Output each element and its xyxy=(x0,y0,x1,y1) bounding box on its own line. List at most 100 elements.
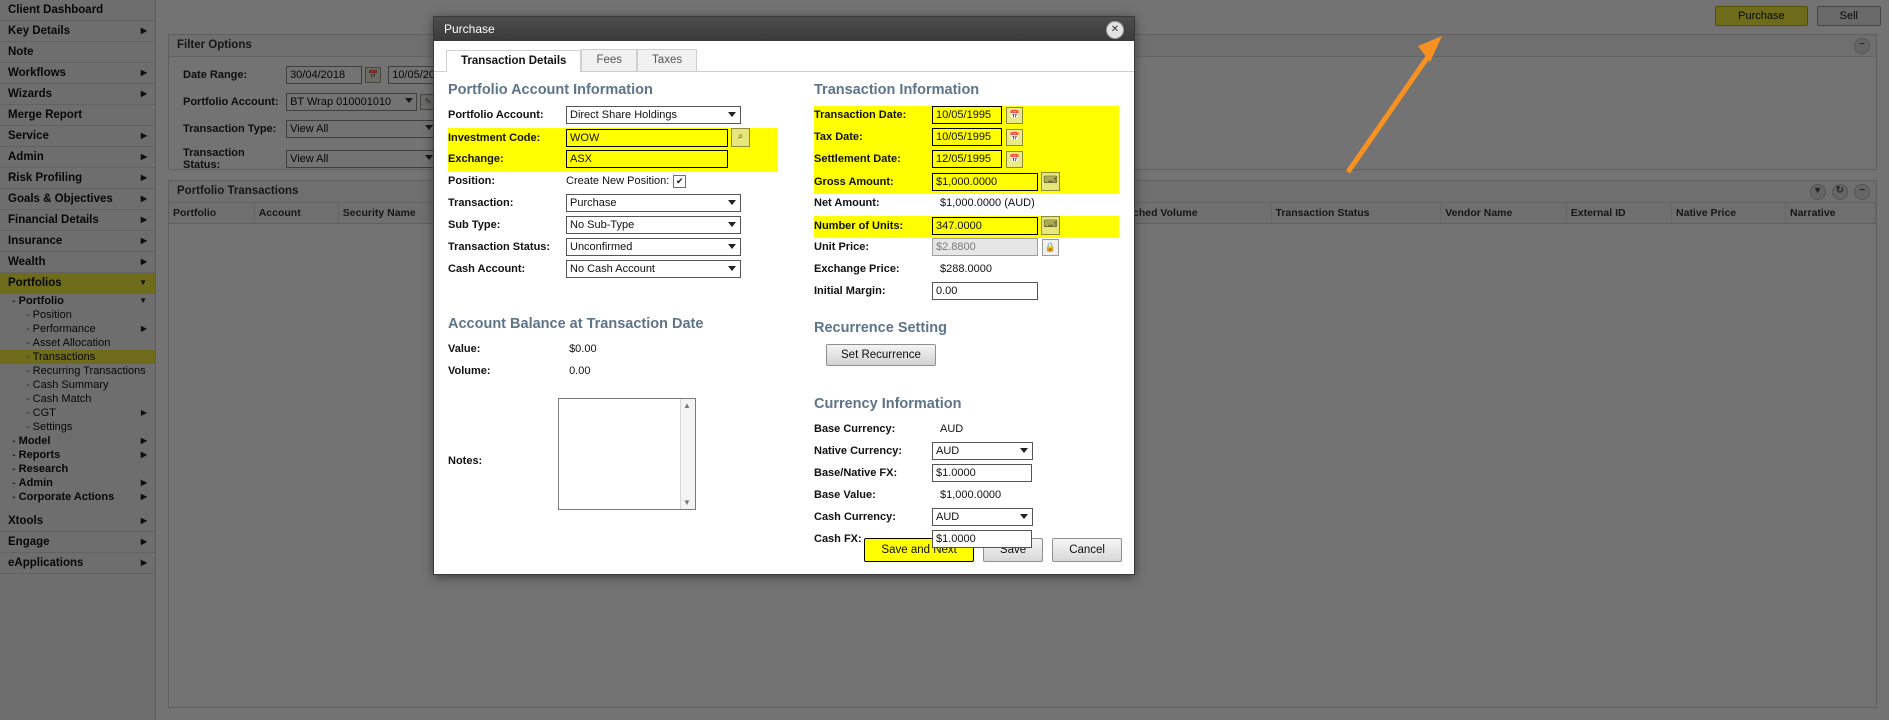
transaction-information-fields: Transaction Date: 10/05/1995 📅 Tax Date: 10/… xyxy=(814,106,1119,304)
gross-amount-input[interactable]: $1,000.0000 xyxy=(932,172,1038,191)
position-text: Create New Position: xyxy=(566,175,670,187)
number-of-units-row: Number of Units: 347.0000 ⌨ xyxy=(814,216,1119,238)
cash-currency-value: AUD xyxy=(936,511,960,523)
balance-value: $0.00 xyxy=(569,343,597,355)
settlement-date-input[interactable]: 12/05/1995 xyxy=(932,150,1002,168)
tax-date-input[interactable]: 10/05/1995 xyxy=(932,128,1002,146)
calendar-icon[interactable]: 📅 xyxy=(1006,128,1023,146)
tab-fees[interactable]: Fees xyxy=(581,49,638,71)
base-currency-value: AUD xyxy=(940,423,964,435)
investment-code-row: Investment Code: WOW ⌕ xyxy=(448,128,778,150)
tab-transaction-details[interactable]: Transaction Details xyxy=(446,50,582,72)
cash-fx-label: Cash FX: xyxy=(814,533,862,545)
exchange-price-label: Exchange Price: xyxy=(814,263,900,275)
notes-label: Notes: xyxy=(448,455,483,467)
unit-price-row: Unit Price: $2.8800 🔒 xyxy=(814,238,1119,260)
balance-volume: 0.00 xyxy=(569,365,591,377)
investment-code-input[interactable]: WOW xyxy=(566,128,728,147)
sub-type-row: Sub Type: No Sub-Type xyxy=(448,216,778,238)
notes-textarea[interactable]: ▲ ▼ xyxy=(558,398,696,510)
notes-row: Notes: ▲ ▼ xyxy=(448,398,778,528)
native-currency-value: AUD xyxy=(936,445,960,457)
dialog-title: Purchase xyxy=(444,22,495,36)
base-currency-label: Base Currency: xyxy=(814,423,896,435)
lock-icon[interactable]: 🔒 xyxy=(1042,238,1059,256)
tax-date-label: Tax Date: xyxy=(814,131,863,143)
set-recurrence-button[interactable]: Set Recurrence xyxy=(826,344,936,366)
transaction-status-value: Unconfirmed xyxy=(570,241,633,253)
cash-currency-select[interactable]: AUD xyxy=(932,508,1033,526)
transaction-date-label: Transaction Date: xyxy=(814,109,907,121)
search-icon[interactable]: ⌕ xyxy=(731,128,750,147)
annotation-arrow xyxy=(1345,36,1442,174)
number-of-units-label: Number of Units: xyxy=(814,219,904,232)
chevron-down-icon xyxy=(728,222,736,227)
cash-currency-label: Cash Currency: xyxy=(814,511,896,523)
calculator-icon[interactable]: ⌨ xyxy=(1041,216,1060,235)
exchange-price-value: $288.0000 xyxy=(940,263,992,275)
settlement-date-label: Settlement Date: xyxy=(814,153,901,165)
initial-margin-input[interactable]: 0.00 xyxy=(932,282,1038,300)
transaction-select[interactable]: Purchase xyxy=(566,194,741,212)
notes-scrollbar[interactable]: ▲ ▼ xyxy=(680,399,695,509)
base-native-fx-row: Base/Native FX: $1.0000 xyxy=(814,464,1119,486)
transaction-date-input[interactable]: 10/05/1995 xyxy=(932,106,1002,124)
currency-information-fields: Base Currency: AUD Native Currency: AUD Base… xyxy=(814,420,1119,552)
transaction-status-row: Transaction Status: Unconfirmed xyxy=(448,238,778,260)
initial-margin-row: Initial Margin: 0.00 xyxy=(814,282,1119,304)
settlement-date-row: Settlement Date: 12/05/1995 📅 xyxy=(814,150,1119,172)
cash-account-select[interactable]: No Cash Account xyxy=(566,260,741,278)
recurrence-setting-heading: Recurrence Setting xyxy=(814,320,947,336)
cash-fx-row: Cash FX: $1.0000 xyxy=(814,530,1119,552)
dialog-tabs: Transaction Details Fees Taxes xyxy=(434,41,1134,72)
recurrence-row: Set Recurrence xyxy=(814,344,1119,374)
net-amount-value: $1,000.0000 (AUD) xyxy=(940,197,1035,209)
base-value-label: Base Value: xyxy=(814,489,876,501)
transaction-status-select[interactable]: Unconfirmed xyxy=(566,238,741,256)
position-label: Position: xyxy=(448,175,496,187)
number-of-units-input[interactable]: 347.0000 xyxy=(932,216,1038,235)
balance-volume-label: Volume: xyxy=(448,365,491,377)
gross-amount-row: Gross Amount: $1,000.0000 ⌨ xyxy=(814,172,1119,194)
chevron-down-icon xyxy=(1020,448,1028,453)
right-column: Transaction Information Transaction Date… xyxy=(814,82,1119,552)
sub-type-select[interactable]: No Sub-Type xyxy=(566,216,741,234)
tab-taxes[interactable]: Taxes xyxy=(637,49,698,71)
portfolio-account-select[interactable]: Direct Share Holdings xyxy=(566,106,741,124)
chevron-down-icon xyxy=(728,244,736,249)
native-currency-label: Native Currency: xyxy=(814,445,903,457)
calendar-icon[interactable]: 📅 xyxy=(1006,150,1023,168)
cash-account-label: Cash Account: xyxy=(448,263,526,275)
chevron-down-icon xyxy=(728,112,736,117)
balance-volume-row: Volume: 0.00 xyxy=(448,362,778,384)
cash-account-value: No Cash Account xyxy=(570,263,655,275)
exchange-input[interactable]: ASX xyxy=(566,150,728,168)
chevron-down-icon xyxy=(1020,514,1028,519)
create-new-position-checkbox[interactable]: ✔ xyxy=(673,174,687,188)
gross-amount-label: Gross Amount: xyxy=(814,175,894,188)
native-currency-select[interactable]: AUD xyxy=(932,442,1033,460)
transaction-label: Transaction: xyxy=(448,197,514,209)
transaction-status-label: Transaction Status: xyxy=(448,241,551,253)
base-native-fx-input[interactable]: $1.0000 xyxy=(932,464,1032,482)
exchange-price-row: Exchange Price: $288.0000 xyxy=(814,260,1119,282)
calendar-icon[interactable]: 📅 xyxy=(1006,106,1023,124)
position-row: Position: Create New Position: ✔ xyxy=(448,172,778,194)
cash-fx-input[interactable]: $1.0000 xyxy=(932,530,1032,548)
close-icon[interactable]: ✕ xyxy=(1106,21,1124,39)
dialog-title-bar: Purchase ✕ xyxy=(434,17,1134,41)
unit-price-input[interactable]: $2.8800 xyxy=(932,238,1038,256)
chevron-down-icon xyxy=(728,266,736,271)
transaction-value: Purchase xyxy=(570,197,617,209)
base-value-value: $1,000.0000 xyxy=(940,489,1002,501)
native-currency-row: Native Currency: AUD xyxy=(814,442,1119,464)
cash-account-row: Cash Account: No Cash Account xyxy=(448,260,778,282)
scroll-up-icon[interactable]: ▲ xyxy=(683,401,691,410)
exchange-label: Exchange: xyxy=(448,153,504,165)
base-native-fx-label: Base/Native FX: xyxy=(814,467,898,479)
balance-value-row: Value: $0.00 xyxy=(448,340,778,362)
portfolio-account-information-heading: Portfolio Account Information xyxy=(448,82,653,98)
calculator-icon[interactable]: ⌨ xyxy=(1041,172,1060,191)
transaction-row: Transaction: Purchase xyxy=(448,194,778,216)
scroll-down-icon[interactable]: ▼ xyxy=(683,498,691,507)
